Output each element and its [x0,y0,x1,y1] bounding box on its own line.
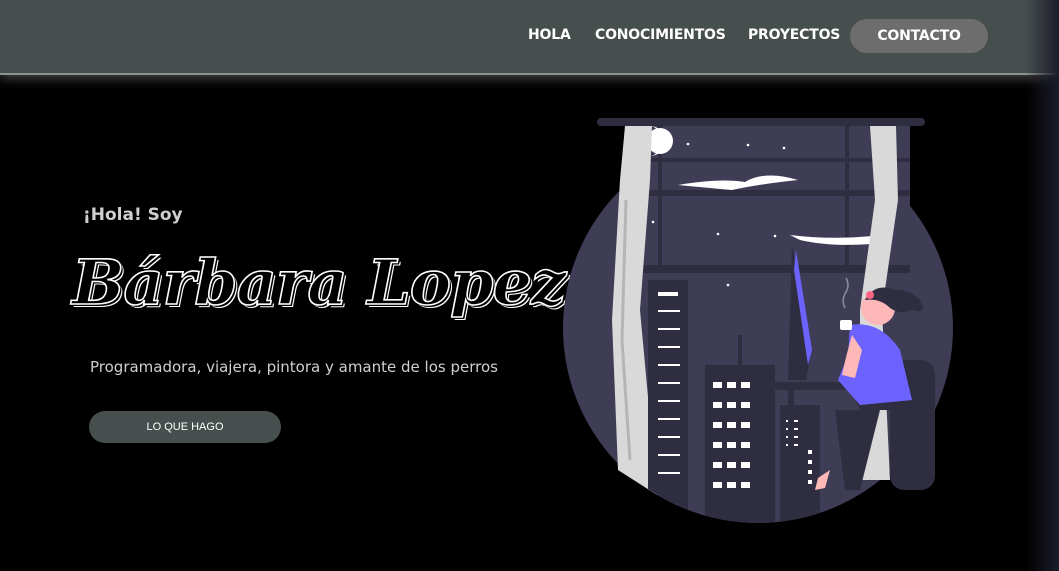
star-icon [726,283,730,287]
building-window [658,472,680,474]
building-window [658,328,680,330]
right-edge-shadow [1025,0,1059,571]
nav-link-hola[interactable]: HOLA [528,27,571,43]
star-icon [782,146,786,150]
antenna [738,335,742,365]
desk-leg [788,390,794,500]
page: HOLA CONOCIMIENTOS PROYECTOS CONTACTO ¡H… [0,0,1059,571]
window-bar-top [625,158,910,162]
building-small [780,405,820,523]
building-window [658,382,680,384]
star-icon [686,142,690,146]
star-icon [746,143,750,147]
building-window [658,436,680,438]
hero-greeting: ¡Hola! Soy [83,205,183,225]
hero-tagline: Programadora, viajera, pintora y amante … [90,358,498,376]
nav-link-conocimientos[interactable]: CONOCIMIENTOS [595,27,726,43]
window-bar-mid [625,190,910,196]
star-icon [651,220,655,224]
building-window [658,310,680,312]
star-icon [773,234,777,238]
curtain-rod [597,118,925,126]
top-navbar: HOLA CONOCIMIENTOS PROYECTOS CONTACTO [0,0,1059,73]
building-window [658,400,680,402]
headphone-icon [866,291,874,299]
hero-illustration [560,110,960,530]
nav-link-proyectos[interactable]: PROYECTOS [748,27,840,43]
woman-at-computer-illustration [563,118,953,523]
star-icon [716,232,720,236]
building-tall [648,280,688,523]
coffee-cup-icon [840,320,852,330]
what-i-do-button[interactable]: LO QUE HAGO [89,411,281,443]
building-window [658,364,680,366]
window-mullion-right [845,126,849,271]
nav-contact-button[interactable]: CONTACTO [850,19,988,53]
building-window [658,418,680,420]
building-window [658,346,680,348]
building-window [658,292,678,296]
building-window [658,454,680,456]
hero-name-title: Bárbara Lopez [71,245,567,320]
